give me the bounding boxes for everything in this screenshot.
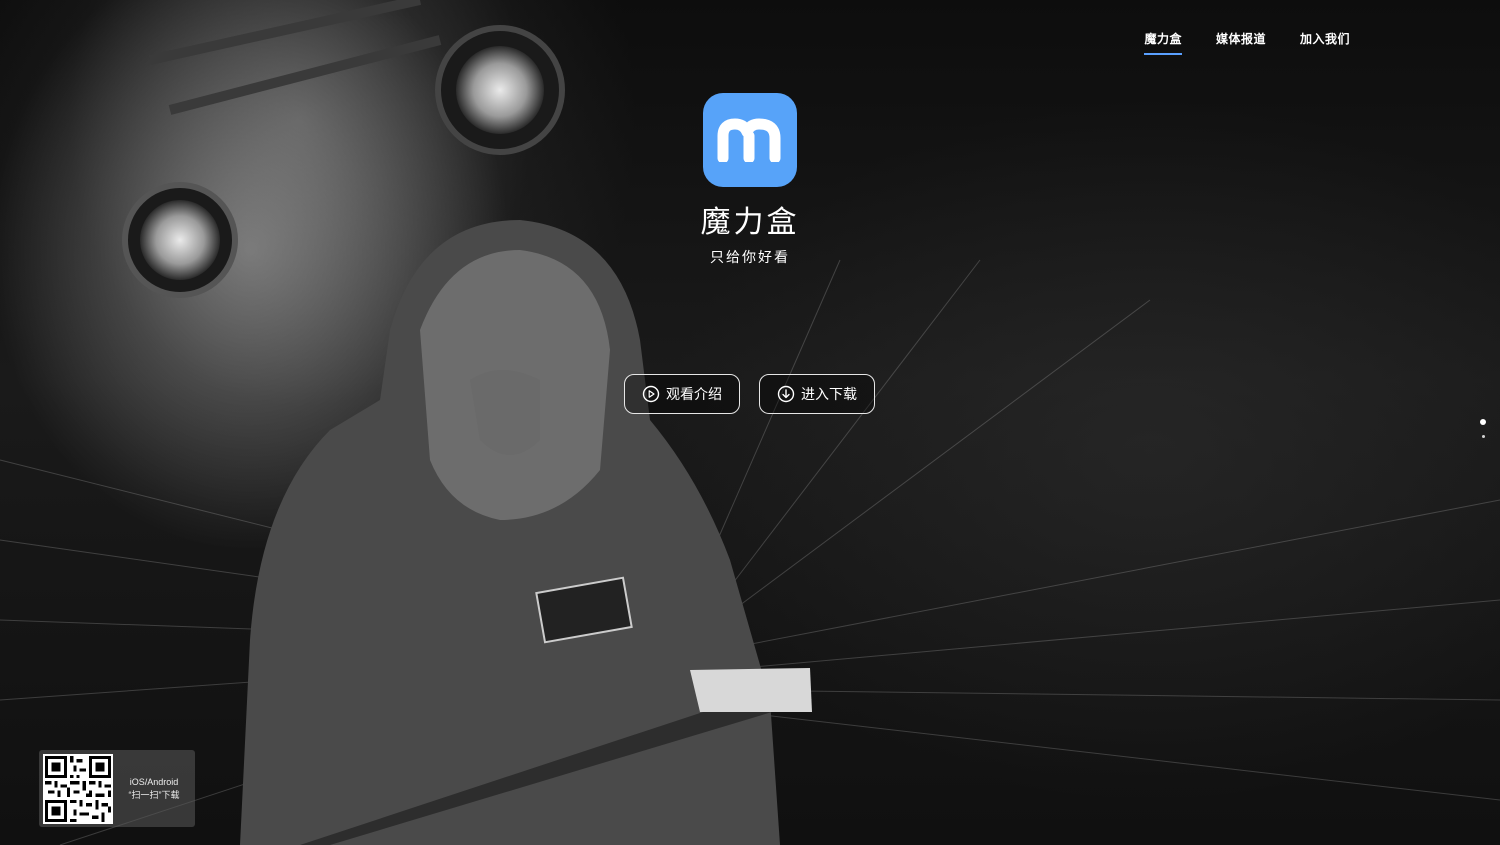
enter-download-button[interactable]: 进入下载 [759,374,875,414]
section-pager [1480,419,1486,438]
app-logo [703,93,797,187]
hero-section: 魔力盒 媒体报道 加入我们 魔力盒 只给你好看 观看介绍 进入下载 iOS/An… [0,0,1500,845]
qr-platform-label: iOS/Android [129,776,179,787]
watch-intro-button[interactable]: 观看介绍 [624,374,740,414]
top-nav: 魔力盒 媒体报道 加入我们 [1144,30,1350,55]
qr-scan-hint: “扫一扫”下载 [128,789,180,800]
pager-dot-2[interactable] [1481,435,1485,438]
play-circle-icon [642,385,660,403]
m-letter-icon [717,118,781,162]
qr-caption: iOS/Android “扫一扫”下载 [113,776,195,802]
hero-actions: 观看介绍 进入下载 [624,374,875,414]
app-name: 魔力盒 [700,205,800,240]
download-qr-card: iOS/Android “扫一扫”下载 [39,750,195,827]
nav-item-join-us[interactable]: 加入我们 [1300,30,1350,55]
qr-code-icon [43,753,113,824]
nav-item-mofanghe[interactable]: 魔力盒 [1144,30,1182,55]
enter-download-label: 进入下载 [801,387,857,403]
watch-intro-label: 观看介绍 [666,387,722,403]
download-circle-icon [777,385,795,403]
pager-dot-1[interactable] [1480,419,1486,425]
nav-item-media[interactable]: 媒体报道 [1216,30,1266,55]
hero-brand: 魔力盒 只给你好看 [0,93,1500,267]
app-slogan: 只给你好看 [710,250,790,266]
